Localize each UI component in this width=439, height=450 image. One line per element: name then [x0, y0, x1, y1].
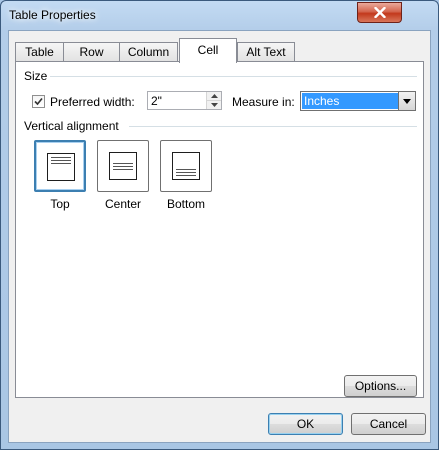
align-top-icon	[47, 153, 75, 181]
dropdown-arrow-button[interactable]	[398, 92, 415, 110]
tab-row[interactable]: Row	[63, 42, 120, 61]
ok-button-label: OK	[296, 417, 315, 431]
tab-alt-text[interactable]: Alt Text	[237, 42, 295, 61]
tab-cell-label: Cell	[197, 43, 219, 57]
table-properties-dialog: Table Properties Table Row Column Cell A…	[0, 0, 439, 450]
options-button-label: Options...	[354, 379, 407, 393]
options-button[interactable]: Options...	[344, 375, 417, 397]
align-top-button[interactable]	[34, 140, 86, 192]
spin-down-button[interactable]	[207, 100, 221, 109]
tab-column-label: Column	[127, 45, 170, 59]
size-group-divider	[50, 76, 417, 77]
align-center-label: Center	[104, 197, 142, 211]
align-bottom-icon	[172, 152, 200, 180]
vertical-alignment-group-title: Vertical alignment	[24, 119, 123, 133]
dialog-client-area: Table Row Column Cell Alt Text Size Pref…	[8, 30, 431, 443]
spinner-buttons	[206, 92, 221, 109]
tab-cell[interactable]: Cell	[179, 38, 237, 63]
align-center-icon	[109, 152, 137, 180]
align-bottom-label: Bottom	[166, 197, 205, 211]
measure-in-value: Inches	[302, 93, 399, 109]
checkmark-icon	[34, 97, 43, 106]
preferred-width-value: 2"	[151, 94, 162, 108]
spin-down-icon	[210, 103, 218, 107]
ok-button[interactable]: OK	[268, 413, 343, 435]
window-title: Table Properties	[9, 8, 96, 22]
spin-up-button[interactable]	[207, 92, 221, 100]
tab-column[interactable]: Column	[119, 42, 178, 61]
align-bottom-button[interactable]	[160, 140, 212, 192]
spin-up-icon	[210, 94, 218, 98]
preferred-width-spinner[interactable]: 2"	[147, 91, 222, 110]
vertical-alignment-divider	[129, 126, 417, 127]
cell-tab-panel: Size Preferred width: 2" Measure in: Inc…	[15, 61, 424, 398]
align-top-label: Top	[50, 197, 70, 211]
align-center-button[interactable]	[97, 140, 149, 192]
tab-table-label: Table	[25, 45, 54, 59]
tab-table[interactable]: Table	[15, 42, 64, 61]
chevron-down-icon	[403, 98, 411, 104]
cancel-button-label: Cancel	[369, 417, 408, 431]
measure-in-dropdown[interactable]: Inches	[300, 91, 416, 111]
cancel-button[interactable]: Cancel	[351, 413, 426, 435]
tab-alt-text-label: Alt Text	[246, 45, 286, 59]
title-bar[interactable]: Table Properties	[1, 1, 438, 31]
close-icon	[373, 7, 386, 18]
size-group-title: Size	[24, 69, 52, 83]
preferred-width-checkbox[interactable]	[32, 95, 45, 108]
close-button[interactable]	[357, 2, 402, 23]
tab-row-label: Row	[79, 45, 104, 59]
measure-in-label: Measure in:	[232, 95, 295, 109]
preferred-width-label: Preferred width:	[50, 95, 135, 109]
